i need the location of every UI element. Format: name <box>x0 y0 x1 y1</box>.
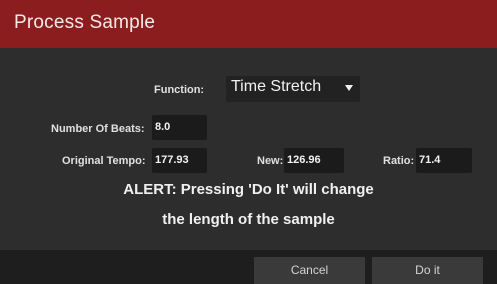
number-of-beats-value: 8.0 <box>155 121 171 133</box>
original-tempo-field[interactable]: 177.93 <box>152 148 207 173</box>
function-select[interactable]: Time Stretch <box>226 76 360 102</box>
alert-line-1: ALERT: Pressing 'Do It' will change <box>123 181 374 198</box>
number-of-beats-field[interactable]: 8.0 <box>152 115 207 140</box>
dialog-title-bar: Process Sample <box>0 0 497 48</box>
ratio-field[interactable]: 71.4 <box>416 148 472 173</box>
new-tempo-field[interactable]: 126.96 <box>284 148 344 173</box>
cancel-button[interactable]: Cancel <box>254 257 365 284</box>
process-sample-dialog: Process Sample Function: Time Stretch Nu… <box>0 0 497 284</box>
do-it-button[interactable]: Do it <box>372 257 483 284</box>
original-tempo-label: Original Tempo: <box>62 155 146 167</box>
function-label: Function: <box>154 84 205 96</box>
new-tempo-value: 126.96 <box>287 154 321 166</box>
original-tempo-value: 177.93 <box>155 154 189 166</box>
ratio-value: 71.4 <box>419 154 441 166</box>
new-tempo-label: New: <box>257 155 284 167</box>
caret-down-icon <box>345 85 353 91</box>
number-of-beats-label: Number Of Beats: <box>51 123 145 135</box>
ratio-label: Ratio: <box>383 155 415 167</box>
alert-line-2: the length of the sample <box>162 211 335 228</box>
function-select-value: Time Stretch <box>231 78 322 95</box>
dialog-title: Process Sample <box>14 12 156 33</box>
